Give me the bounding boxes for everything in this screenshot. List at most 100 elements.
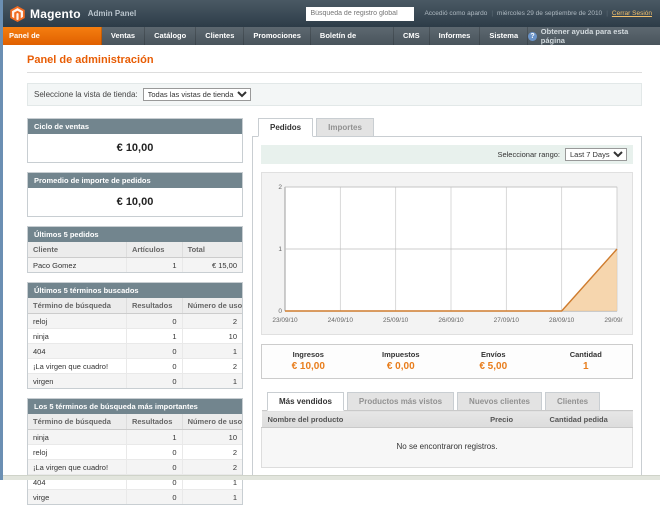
column-header: Precio — [484, 410, 544, 428]
column-header: Cantidad pedida — [543, 410, 633, 428]
total-label: Cantidad — [569, 350, 602, 359]
logout-link[interactable]: Cerrar Sesión — [612, 10, 652, 17]
table-cell: 1 — [125, 257, 183, 272]
svg-text:1: 1 — [278, 246, 282, 253]
table-cell: 10 — [181, 429, 242, 445]
nav-item-boletin[interactable]: Boletín de noticias — [311, 27, 394, 58]
range-select[interactable]: Last 7 Days — [565, 148, 627, 161]
table-cell: virge — [33, 492, 50, 502]
tab-importes[interactable]: Importes — [316, 118, 374, 136]
table-row[interactable]: Paco Gomez 1 € 15,00 — [28, 257, 242, 272]
total-value: 1 — [582, 361, 589, 372]
table-cell: 0 — [125, 373, 183, 388]
magento-logo-icon — [10, 5, 25, 22]
tab-productos-mas-vistos[interactable]: Productos más vistos — [346, 392, 455, 410]
total-label: Envíos — [480, 350, 506, 359]
range-selector-bar: Seleccionar rango: Last 7 Days — [261, 145, 633, 164]
window-edge-left — [0, 0, 3, 480]
table-cell: 1 — [125, 429, 183, 445]
table-cell: reloj — [28, 313, 127, 329]
table-cell: 1 — [181, 343, 242, 359]
table-cell: 1 — [181, 489, 242, 504]
last-orders-title: Últimos 5 pedidos — [28, 227, 242, 242]
tab-nuevos-clientes[interactable]: Nuevos clientes — [457, 392, 542, 410]
product-tabs: Más vendidos Productos más vistos Nuevos… — [261, 392, 633, 411]
nav-item-cms[interactable]: CMS — [394, 27, 430, 45]
store-view-switcher: Seleccione la vista de tienda: Todas las… — [27, 83, 642, 106]
current-date-text: miércoles 29 de septiembre de 2010 — [497, 10, 603, 17]
top-search-terms-title: Los 5 términos de búsqueda más important… — [28, 399, 242, 414]
table-cell: 1 — [181, 373, 242, 388]
table-cell: 0 — [125, 489, 183, 504]
svg-text:27/09/10: 27/09/10 — [494, 317, 520, 324]
content-area: Panel de administración Seleccione la vi… — [0, 45, 660, 514]
table-cell: reloj — [28, 444, 127, 460]
column-header: Total — [181, 242, 242, 258]
lifetime-sales-title: Ciclo de ventas — [28, 119, 242, 134]
separator: | — [606, 10, 608, 17]
table-cell: 0 — [125, 459, 183, 475]
orders-area-chart: 0 1 2 23/09/10 24/09/10 25/09/10 26/09/10 27/09… — [272, 184, 630, 324]
nav-item-catalogo[interactable]: Catálogo — [145, 27, 197, 45]
window-edge-bottom — [0, 475, 660, 480]
total-label: Impuestos — [381, 350, 420, 359]
svg-text:0: 0 — [278, 308, 282, 315]
table-row[interactable]: ¡La virgen que cuadro! 0 2 — [28, 459, 242, 475]
svg-text:2: 2 — [278, 184, 282, 191]
nav-item-ventas[interactable]: Ventas — [102, 27, 146, 45]
top-search-terms-table: Término de búsqueda Resultados Número de… — [28, 414, 242, 504]
nav-item-sistema[interactable]: Sistema — [480, 27, 529, 45]
column-header: Artículos — [125, 242, 183, 258]
table-cell: virgen — [33, 376, 54, 386]
column-header: Número de usos — [181, 298, 242, 314]
table-cell: 2 — [181, 313, 242, 329]
global-search-input[interactable] — [306, 6, 415, 21]
chart-panel: Seleccionar rango: Last 7 Days 0 1 2 23/09/… — [252, 136, 642, 477]
top-search-terms-box: Los 5 términos de búsqueda más important… — [27, 398, 243, 505]
table-row[interactable]: reloj 0 2 — [28, 313, 242, 329]
total-envios: Envíos € 5,00 — [447, 350, 540, 372]
table-cell: € 15,00 — [181, 257, 242, 272]
tab-pedidos[interactable]: Pedidos — [258, 118, 314, 137]
average-orders-title: Promedio de importe de pedidos — [28, 173, 242, 188]
column-header: Número de usos — [181, 414, 242, 430]
get-help-label: Obtener ayuda para esta página — [540, 27, 629, 45]
get-help-link[interactable]: ? Obtener ayuda para esta página — [528, 27, 660, 45]
table-row[interactable]: reloj 0 2 — [28, 444, 242, 460]
table-cell: 10 — [181, 328, 242, 344]
help-icon: ? — [528, 31, 537, 41]
logo-text: Magento — [30, 6, 81, 21]
table-cell: ¡La virgen que cuadro! — [28, 358, 127, 374]
separator: | — [491, 10, 494, 17]
nav-item-promociones[interactable]: Promociones — [244, 27, 311, 45]
table-row[interactable]: ¡La virgen que cuadro! 0 2 — [28, 358, 242, 374]
total-label: Ingresos — [292, 350, 324, 359]
table-cell: ninja — [28, 429, 127, 445]
lifetime-sales-box: Ciclo de ventas € 10,00 — [27, 118, 243, 163]
table-row[interactable]: virgen 0 1 — [28, 373, 242, 388]
table-row[interactable]: 404 0 1 — [28, 343, 242, 359]
average-orders-box: Promedio de importe de pedidos € 10,00 — [27, 172, 243, 217]
column-header: Término de búsqueda — [28, 298, 127, 314]
tab-clientes[interactable]: Clientes — [544, 392, 601, 410]
nav-item-panel-de-administracion[interactable]: Panel de administración — [0, 27, 102, 58]
table-cell: ninja — [28, 328, 127, 344]
tab-mas-vendidos[interactable]: Más vendidos — [267, 392, 344, 411]
svg-text:25/09/10: 25/09/10 — [383, 317, 409, 324]
table-row[interactable]: virge 0 1 — [28, 489, 242, 504]
store-view-select[interactable]: Todas las vistas de tienda — [142, 88, 251, 101]
table-cell: 0 — [125, 358, 183, 374]
nav-item-clientes[interactable]: Clientes — [196, 27, 245, 45]
last-search-terms-title: Últimos 5 términos buscados — [28, 283, 242, 298]
table-cell: Paco Gomez — [33, 260, 77, 270]
table-cell: 2 — [181, 459, 242, 475]
table-cell: 2 — [181, 444, 242, 460]
nav-item-informes[interactable]: Informes — [430, 27, 481, 45]
table-row[interactable]: ninja 1 10 — [28, 429, 242, 445]
empty-records-message: No se encontraron registros. — [261, 427, 633, 468]
table-cell: ¡La virgen que cuadro! — [28, 459, 127, 475]
table-row[interactable]: ninja 1 10 — [28, 328, 242, 344]
dashboard-sidebar: Ciclo de ventas € 10,00 Promedio de impo… — [27, 118, 243, 514]
dashboard-main: Pedidos Importes Seleccionar rango: Last… — [252, 118, 642, 477]
table-cell: 0 — [125, 444, 183, 460]
